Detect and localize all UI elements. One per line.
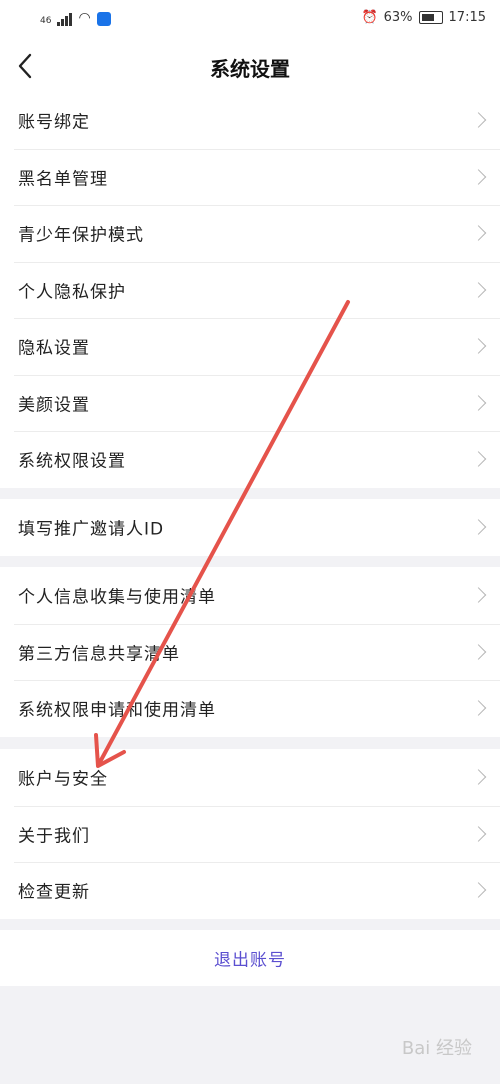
row-label: 检查更新 xyxy=(18,882,90,903)
chevron-right-icon xyxy=(470,394,487,411)
status-right: ⏰ 63% 17:15 xyxy=(361,10,486,25)
status-bar: 46 ◠ ⏰ 63% 17:15 xyxy=(0,0,500,40)
row-account-binding[interactable]: 账号绑定 xyxy=(0,92,500,149)
page-title: 系统设置 xyxy=(210,57,290,81)
wifi-icon: ◠ xyxy=(78,10,91,26)
row-label: 第三方信息共享清单 xyxy=(18,644,180,665)
chevron-right-icon xyxy=(470,225,487,242)
chevron-right-icon xyxy=(470,700,487,717)
shield-app-icon xyxy=(96,12,111,26)
row-personal-privacy[interactable]: 个人隐私保护 xyxy=(0,261,500,319)
watermark: Bai 经验 xyxy=(401,1038,472,1059)
battery-percent: 63% xyxy=(383,10,413,25)
row-check-update[interactable]: 检查更新 xyxy=(0,862,500,919)
row-referrer-id[interactable]: 填写推广邀请人ID xyxy=(0,499,500,556)
row-label: 青少年保护模式 xyxy=(18,225,144,246)
row-label: 账号绑定 xyxy=(18,112,90,133)
row-system-permissions[interactable]: 系统权限设置 xyxy=(0,431,500,488)
row-permission-usage-list[interactable]: 系统权限申请和使用清单 xyxy=(0,680,500,737)
chevron-right-icon xyxy=(470,451,487,468)
battery-icon xyxy=(418,11,443,24)
row-third-party-sharing[interactable]: 第三方信息共享清单 xyxy=(0,623,500,681)
row-label: 黑名单管理 xyxy=(18,169,108,190)
alarm-icon: ⏰ xyxy=(361,10,378,25)
row-label: 账户与安全 xyxy=(18,769,108,790)
row-label: 个人信息收集与使用清单 xyxy=(18,587,216,608)
chevron-right-icon xyxy=(470,112,487,129)
row-label: 美颜设置 xyxy=(18,395,90,416)
chevron-right-icon xyxy=(470,587,487,604)
clock: 17:15 xyxy=(448,10,486,25)
status-left: 46 ◠ xyxy=(40,10,111,26)
chevron-right-icon xyxy=(470,338,487,355)
row-label: 个人隐私保护 xyxy=(18,282,126,303)
network-type: 46 xyxy=(40,16,52,26)
row-about-us[interactable]: 关于我们 xyxy=(0,805,500,863)
chevron-right-icon xyxy=(470,168,487,185)
row-label: 关于我们 xyxy=(18,826,90,847)
chevron-right-icon xyxy=(470,519,487,536)
chevron-right-icon xyxy=(470,643,487,660)
row-youth-mode[interactable]: 青少年保护模式 xyxy=(0,205,500,262)
chevron-right-icon xyxy=(470,825,487,842)
chevron-right-icon xyxy=(470,769,487,786)
row-label: 隐私设置 xyxy=(18,338,90,359)
row-blacklist[interactable]: 黑名单管理 xyxy=(0,148,500,206)
row-beauty-settings[interactable]: 美颜设置 xyxy=(0,374,500,432)
signal-icon xyxy=(57,12,73,26)
settings-group-3: 个人信息收集与使用清单 第三方信息共享清单 系统权限申请和使用清单 xyxy=(0,567,500,737)
chevron-right-icon xyxy=(470,882,487,899)
settings-group-2: 填写推广邀请人ID xyxy=(0,499,500,556)
settings-group-1: 账号绑定 黑名单管理 青少年保护模式 个人隐私保护 隐私设置 美颜设置 系统权限… xyxy=(0,92,500,488)
row-label: 系统权限设置 xyxy=(18,451,126,472)
chevron-right-icon xyxy=(470,281,487,298)
row-label: 填写推广邀请人ID xyxy=(18,519,165,540)
settings-group-4: 账户与安全 关于我们 检查更新 xyxy=(0,749,500,919)
row-account-security[interactable]: 账户与安全 xyxy=(0,749,500,806)
nav-header: 系统设置 xyxy=(0,40,500,92)
row-privacy-settings[interactable]: 隐私设置 xyxy=(0,318,500,375)
logout-button[interactable]: 退出账号 xyxy=(0,930,500,986)
row-label: 系统权限申请和使用清单 xyxy=(18,700,216,721)
logout-label: 退出账号 xyxy=(214,950,286,971)
row-info-collection-list[interactable]: 个人信息收集与使用清单 xyxy=(0,567,500,624)
